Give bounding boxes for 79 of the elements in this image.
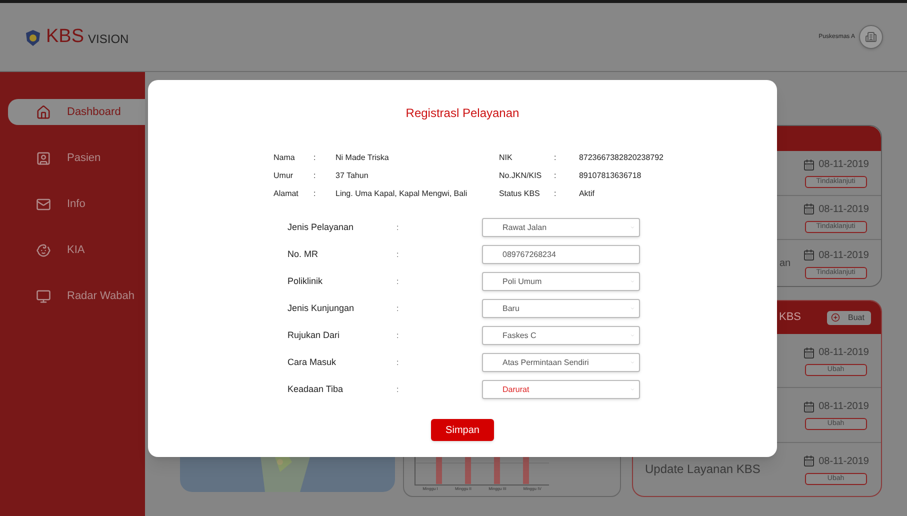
calendar-icon [802,346,815,359]
colon: : [396,384,400,396]
facility-avatar[interactable] [859,25,883,49]
caret-icon [630,360,634,365]
card-title: KBS [779,310,802,326]
field-label: Jenis Pelayanan [288,220,355,234]
field-label: Poliklinik [288,274,324,288]
info-value: 89107813636718 [578,170,642,182]
colon: : [314,188,317,200]
colon: : [396,222,400,234]
dropdown-field[interactable]: Atas Permintaan Sendiri [482,353,640,372]
caret-icon [630,333,634,338]
sidebar-item[interactable]: Dashboard [8,99,145,125]
building-icon [865,31,877,43]
date-text: 08-11-2019 [818,454,869,469]
save-button[interactable]: Simpan [431,419,494,441]
info-label: NIK [498,152,514,164]
info-value: 8723667382820238792 [578,152,664,164]
date-text: 08-11-2019 [818,158,869,172]
dropdown-field[interactable]: Rawat Jalan [482,218,640,237]
info-value: Aktif [578,188,596,200]
colon: : [396,248,400,260]
sidebar-item[interactable]: KIA [8,237,145,263]
plus-icon [831,313,840,322]
colon: : [396,302,400,314]
colon: : [396,276,400,288]
info-label: Nama [274,152,296,164]
info-label: Umur [274,170,294,182]
logo-subtext: VISION [88,31,129,47]
date-text: 08-11-2019 [818,248,869,262]
calendar-icon [802,400,815,413]
info-label: Status KBS [498,188,541,200]
info-value: Ni Made Triska [336,152,390,164]
colon: : [554,152,558,164]
caret-icon [630,225,634,230]
calendar-icon [802,249,815,261]
monitor-icon [36,288,51,304]
house-icon [36,104,51,120]
create-button[interactable]: Buat [827,310,871,324]
date-text: 08-11-2019 [818,400,869,414]
date-text: 08-11-2019 [818,346,869,360]
sidebar-item[interactable]: Info [8,191,145,217]
colon: : [396,356,400,368]
card-row-text: Update Layanan KBS [645,461,760,478]
dialog-title: Registrasl Pelayanan [406,105,520,122]
field-label: Cara Masuk [288,356,338,369]
field-label: Rujukan Dari [288,328,341,342]
input-field[interactable]: 089767268234 [482,245,640,264]
colon: : [554,188,558,200]
baby-icon [36,242,51,258]
dropdown-field[interactable]: Darurat [482,380,640,399]
colon: : [314,170,317,182]
calendar-icon [802,203,815,216]
info-label: No.JKN/KIS [498,170,543,182]
shield-logo-icon [24,29,42,47]
field-label: Jenis Kunjungan [288,302,356,315]
sidebar-item[interactable]: Pasien [8,145,145,171]
calendar-icon [802,158,815,171]
logo-text: KBS [46,27,84,47]
envelope-icon [36,196,51,212]
caret-icon [630,279,634,284]
card-row-text: an [779,256,791,270]
caret-icon [630,387,634,392]
info-label: Alamat [274,188,300,200]
dropdown-field[interactable]: Faskes C [482,326,640,345]
colon: : [554,170,558,182]
caret-icon [630,306,634,311]
calendar-icon [802,455,815,468]
field-label: No. MR [288,248,320,261]
sidebar-item[interactable]: Radar Wabah [8,283,145,309]
dropdown-field[interactable]: Baru [482,299,640,318]
dropdown-field[interactable]: Poli Umum [482,272,640,291]
person-card-icon [36,150,51,166]
colon: : [396,330,400,342]
info-value: 37 Tahun [336,170,370,182]
date-text: 08-11-2019 [818,202,869,217]
colon: : [314,152,317,164]
info-value: Ling. Uma Kapal, Kapal Mengwi, Bali [336,188,468,200]
field-label: Keadaan Tiba [288,382,344,396]
